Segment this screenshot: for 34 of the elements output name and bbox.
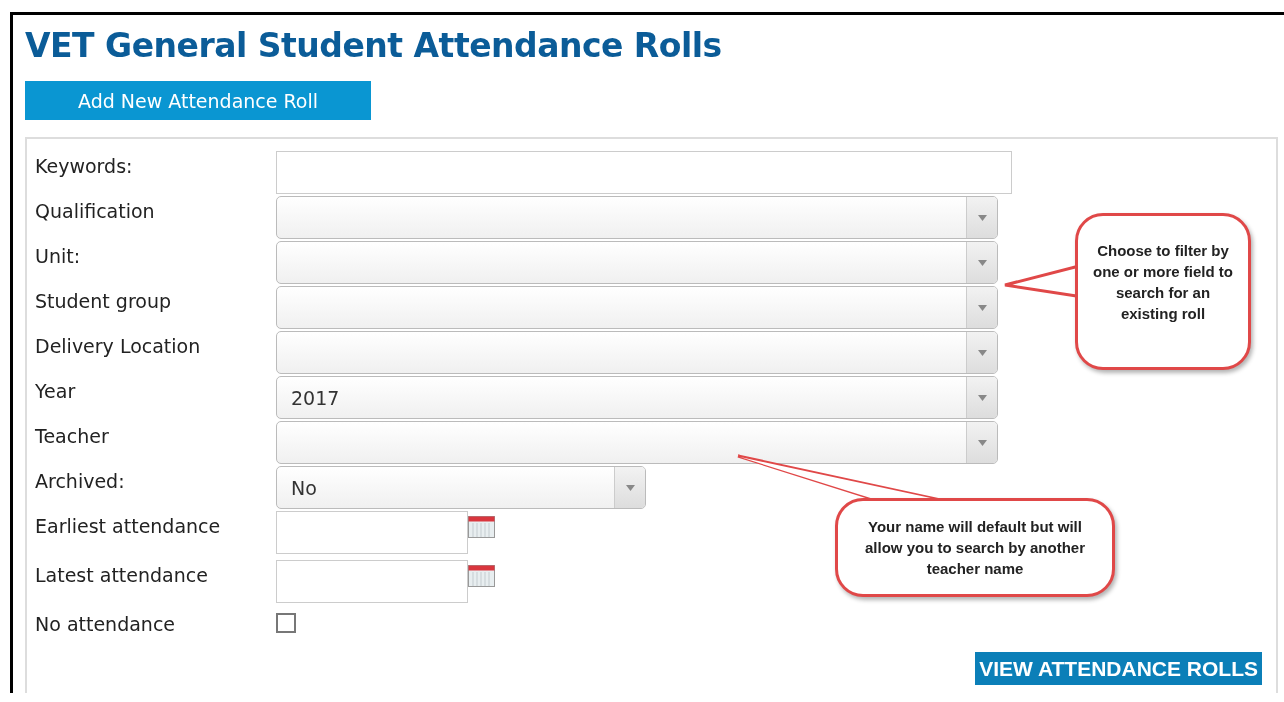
dropdown-field[interactable] xyxy=(276,286,998,329)
callout: Choose to filter by one or more field to search for an existing roll xyxy=(1075,213,1251,370)
field-label: Student group xyxy=(35,289,172,314)
dropdown-arrow-icon xyxy=(977,259,987,266)
dropdown-field[interactable]: 2017 xyxy=(276,376,998,419)
dropdown-arrow-icon xyxy=(977,394,987,401)
dropdown-field[interactable]: No xyxy=(276,466,646,509)
keywords-input[interactable] xyxy=(276,151,1012,194)
dropdown-field[interactable] xyxy=(276,241,998,284)
dropdown-arrow-icon xyxy=(625,484,635,491)
calendar-icon[interactable] xyxy=(468,565,495,587)
field-label: No attendance xyxy=(35,612,177,637)
date-input[interactable] xyxy=(276,560,468,603)
page-title: VET General Student Attendance Rolls xyxy=(25,25,723,67)
field-label: Year xyxy=(35,379,77,404)
dropdown-field[interactable] xyxy=(276,331,998,374)
field-label: Unit: xyxy=(35,244,82,269)
dropdown-arrow-icon xyxy=(977,439,987,446)
field-label: Archived: xyxy=(35,469,126,494)
calendar-icon[interactable] xyxy=(468,516,495,538)
dropdown-arrow-icon xyxy=(977,304,987,311)
field-label: Earliest attendance xyxy=(35,514,222,539)
dropdown-field[interactable] xyxy=(276,421,998,464)
checkbox[interactable] xyxy=(276,613,296,633)
dropdown-field[interactable] xyxy=(276,196,998,239)
field-label: Latest attendance xyxy=(35,563,209,588)
field-label: Delivery Location xyxy=(35,334,202,359)
dropdown-arrow-icon xyxy=(977,214,987,221)
field-label: Teacher xyxy=(35,424,110,449)
field-label: Qualification xyxy=(35,199,156,224)
dropdown-arrow-icon xyxy=(977,349,987,356)
view-rolls-button[interactable]: VIEW ATTENDANCE ROLLS xyxy=(975,652,1262,685)
date-input[interactable] xyxy=(276,511,468,554)
field-label: Keywords: xyxy=(35,154,134,179)
